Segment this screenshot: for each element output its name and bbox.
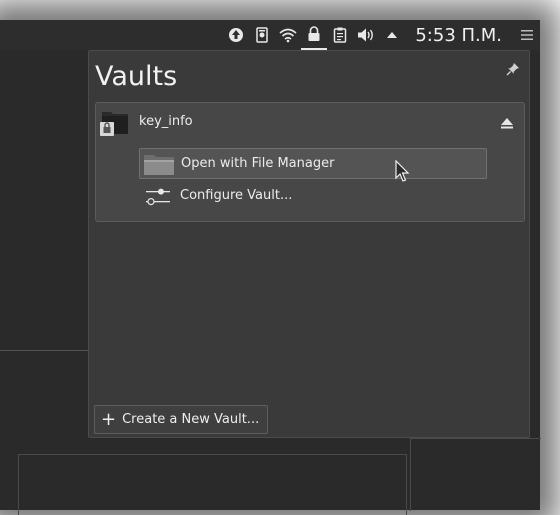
eject-icon[interactable] xyxy=(500,115,514,129)
plus-icon: + xyxy=(101,408,117,430)
clipboard-icon[interactable] xyxy=(327,20,353,50)
hamburger-icon[interactable] xyxy=(514,20,540,50)
vault-name: key_info xyxy=(139,114,193,129)
mouse-cursor-icon xyxy=(395,159,411,184)
vault-lock-icon[interactable] xyxy=(301,20,328,50)
desktop-window-outline xyxy=(18,454,407,515)
vaults-popup: Vaults key_info Open with File Manager C… xyxy=(88,50,530,438)
wifi-icon[interactable] xyxy=(275,20,301,50)
vault-item[interactable]: key_info Open with File Manager Configur… xyxy=(95,102,525,222)
configure-icon xyxy=(142,183,174,209)
pin-icon[interactable] xyxy=(505,61,521,77)
configure-vault-button[interactable]: Configure Vault... xyxy=(139,180,487,211)
device-icon[interactable] xyxy=(249,20,275,50)
configure-vault-label: Configure Vault... xyxy=(180,188,293,203)
vault-folder-icon xyxy=(100,108,130,138)
create-new-vault-label: Create a New Vault... xyxy=(122,412,260,427)
folder-icon xyxy=(143,151,175,177)
popup-title: Vaults xyxy=(95,61,178,92)
open-with-file-manager-button[interactable]: Open with File Manager xyxy=(139,148,487,179)
desktop-window-outline-right xyxy=(410,438,541,511)
create-new-vault-button[interactable]: + Create a New Vault... xyxy=(94,405,269,434)
expand-tray-icon[interactable] xyxy=(379,20,405,50)
updates-icon[interactable] xyxy=(223,20,249,50)
open-with-file-manager-label: Open with File Manager xyxy=(181,156,335,171)
taskbar: 5:53 П.М. xyxy=(0,20,540,50)
volume-icon[interactable] xyxy=(353,20,379,50)
system-tray: 5:53 П.М. xyxy=(223,20,540,50)
desktop-window-edge xyxy=(0,350,90,351)
clock[interactable]: 5:53 П.М. xyxy=(405,25,514,46)
